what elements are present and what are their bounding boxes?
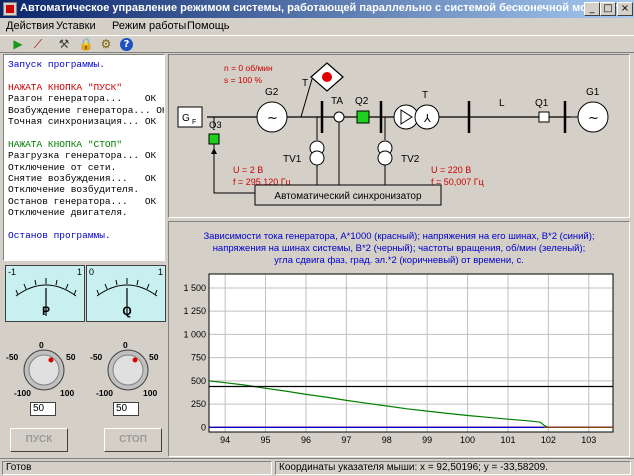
tv1-label: TV1 xyxy=(283,154,302,165)
start-button[interactable]: ПУСК xyxy=(10,428,68,452)
tools-icon[interactable]: ⚒ xyxy=(56,37,72,52)
x-tick-label: 96 xyxy=(301,435,311,445)
q2-breaker[interactable] xyxy=(356,110,370,124)
svg-text:⅄: ⅄ xyxy=(423,113,431,125)
x-tick-label: 99 xyxy=(422,435,432,445)
p-setpoint-knob[interactable] xyxy=(22,348,66,392)
t-indicator-label: T xyxy=(302,78,308,89)
q-setpoint-input[interactable]: 50 xyxy=(113,402,139,416)
exciter-label: G xyxy=(182,113,190,124)
knob-label: -50 xyxy=(6,352,19,362)
y-tick-label: 250 xyxy=(191,399,206,409)
lock-icon[interactable]: 🔒 xyxy=(78,37,94,52)
plot-area xyxy=(208,273,614,433)
q3-breaker[interactable] xyxy=(208,133,220,145)
knob-label: -50 xyxy=(90,352,103,362)
y-tick-label: 1 500 xyxy=(183,283,206,293)
settings-icon[interactable]: ⚙ xyxy=(98,37,114,52)
chart-panel: Зависимости тока генератора, А*1000 (кра… xyxy=(168,221,630,457)
log-line: Снятие возбуждения... ОК xyxy=(8,173,157,184)
toolbar: ▶ ⟋ ⚒ 🔒 ⚙ ? xyxy=(0,35,634,53)
log-line: НАЖАТА КНОПКА "СТОП" xyxy=(8,138,123,150)
g1-label: G1 xyxy=(586,87,600,98)
x-tick-label: 97 xyxy=(341,435,351,445)
ta-transformer xyxy=(333,111,345,123)
log-line: Останов генератора... ОК xyxy=(8,195,157,207)
ta-label: TA xyxy=(331,96,343,107)
help-icon[interactable]: ? xyxy=(120,38,133,51)
stop-button[interactable]: СТОП xyxy=(104,428,162,452)
knob-label: 50 xyxy=(149,352,159,362)
y-tick-label: 750 xyxy=(191,353,206,363)
speed-readout: n = 0 об/мин xyxy=(224,63,273,73)
event-log: Запуск программы. НАЖАТА КНОПКА "ПУСК" Раз… xyxy=(3,54,165,261)
power-transformer xyxy=(393,104,419,130)
schematic-panel: n = 0 об/мин s = 100 % G F Q3 ~ G2 T TA … xyxy=(168,54,630,218)
status-bar: Готов Координаты указателя мыши: x = 92,… xyxy=(0,458,634,476)
svg-text:~: ~ xyxy=(588,111,599,126)
x-tick-label: 103 xyxy=(581,435,596,445)
log-line: Запуск программы. xyxy=(8,59,105,70)
status-ready: Готов xyxy=(2,461,272,475)
menu-bar: Действия Уставки Режим работы Помощь xyxy=(0,18,634,35)
meter-letter-q: Q xyxy=(122,304,132,318)
y-tick-label: 500 xyxy=(191,376,206,386)
log-line: Разгрузка генератора... ОК xyxy=(8,150,157,162)
log-line: Точная синхронизация... ОК xyxy=(8,116,157,127)
slip-readout: s = 100 % xyxy=(224,75,262,85)
g2-label: G2 xyxy=(265,87,279,98)
menu-mode[interactable]: Режим работы xyxy=(112,20,186,32)
q1-breaker[interactable] xyxy=(538,111,550,123)
maximize-button[interactable]: □ xyxy=(600,2,616,16)
t-transformer-label: T xyxy=(422,90,428,101)
minimize-button[interactable]: _ xyxy=(584,2,600,16)
x-tick-label: 101 xyxy=(500,435,515,445)
menu-actions[interactable]: Действия xyxy=(6,20,54,32)
window-title: Автоматическое управление режимом систем… xyxy=(20,2,628,14)
x-tick-label: 102 xyxy=(541,435,556,445)
knob-label: 50 xyxy=(66,352,76,362)
power-q-meter: 0 1 Q xyxy=(86,265,166,322)
status-coordinates: Координаты указателя мыши: x = 92,50196;… xyxy=(275,461,631,475)
log-line: Отключение от сети. xyxy=(8,161,117,173)
log-line: Отключение возбудителя. xyxy=(8,184,140,196)
log-line: НАЖАТА КНОПКА "ПУСК" xyxy=(8,81,123,93)
q3-label: Q3 xyxy=(209,120,222,131)
y-tick-label: 1 000 xyxy=(183,329,206,339)
chart-plot[interactable]: 0 250 500 750 1 000 1 250 1 500 94 95 96 97 98 99 100… xyxy=(169,222,629,454)
line-label: L xyxy=(499,98,505,109)
q-setpoint-knob[interactable] xyxy=(106,348,150,392)
disconnect-icon[interactable]: ⟋ xyxy=(30,37,46,52)
exciter-sub: F xyxy=(192,119,196,126)
p-setpoint-input[interactable]: 50 xyxy=(30,402,56,416)
y-tick-label: 0 xyxy=(201,422,206,432)
x-tick-label: 98 xyxy=(382,435,392,445)
menu-help[interactable]: Помощь xyxy=(187,20,230,32)
meter-letter-p: P xyxy=(41,304,50,318)
tv2-label: TV2 xyxy=(401,154,420,165)
q2-label: Q2 xyxy=(355,96,369,107)
play-icon[interactable]: ▶ xyxy=(10,37,26,52)
menu-settings[interactable]: Уставки xyxy=(56,20,96,32)
power-p-meter: -1 1 P xyxy=(5,265,85,322)
x-tick-label: 100 xyxy=(460,435,475,445)
app-icon xyxy=(3,2,17,16)
svg-text:~: ~ xyxy=(267,111,278,126)
log-line: Останов программы. xyxy=(8,230,111,241)
sync-lamp-icon xyxy=(322,72,332,82)
synchronizer-label: Автоматический синхронизатор xyxy=(274,191,422,202)
gen-voltage-readout: U = 2 В xyxy=(233,165,263,175)
x-tick-label: 94 xyxy=(220,435,230,445)
q1-label: Q1 xyxy=(535,98,549,109)
close-button[interactable]: × xyxy=(617,2,633,16)
y-tick-label: 1 250 xyxy=(183,306,206,316)
x-tick-label: 95 xyxy=(261,435,271,445)
title-bar: Автоматическое управление режимом систем… xyxy=(0,0,634,18)
log-line: Разгон генератора... ОК xyxy=(8,93,157,105)
log-line: Отключение двигателя. xyxy=(8,207,128,219)
log-line: Возбуждение генератора... ОК xyxy=(8,104,165,116)
sys-voltage-readout: U = 220 В xyxy=(431,165,471,175)
